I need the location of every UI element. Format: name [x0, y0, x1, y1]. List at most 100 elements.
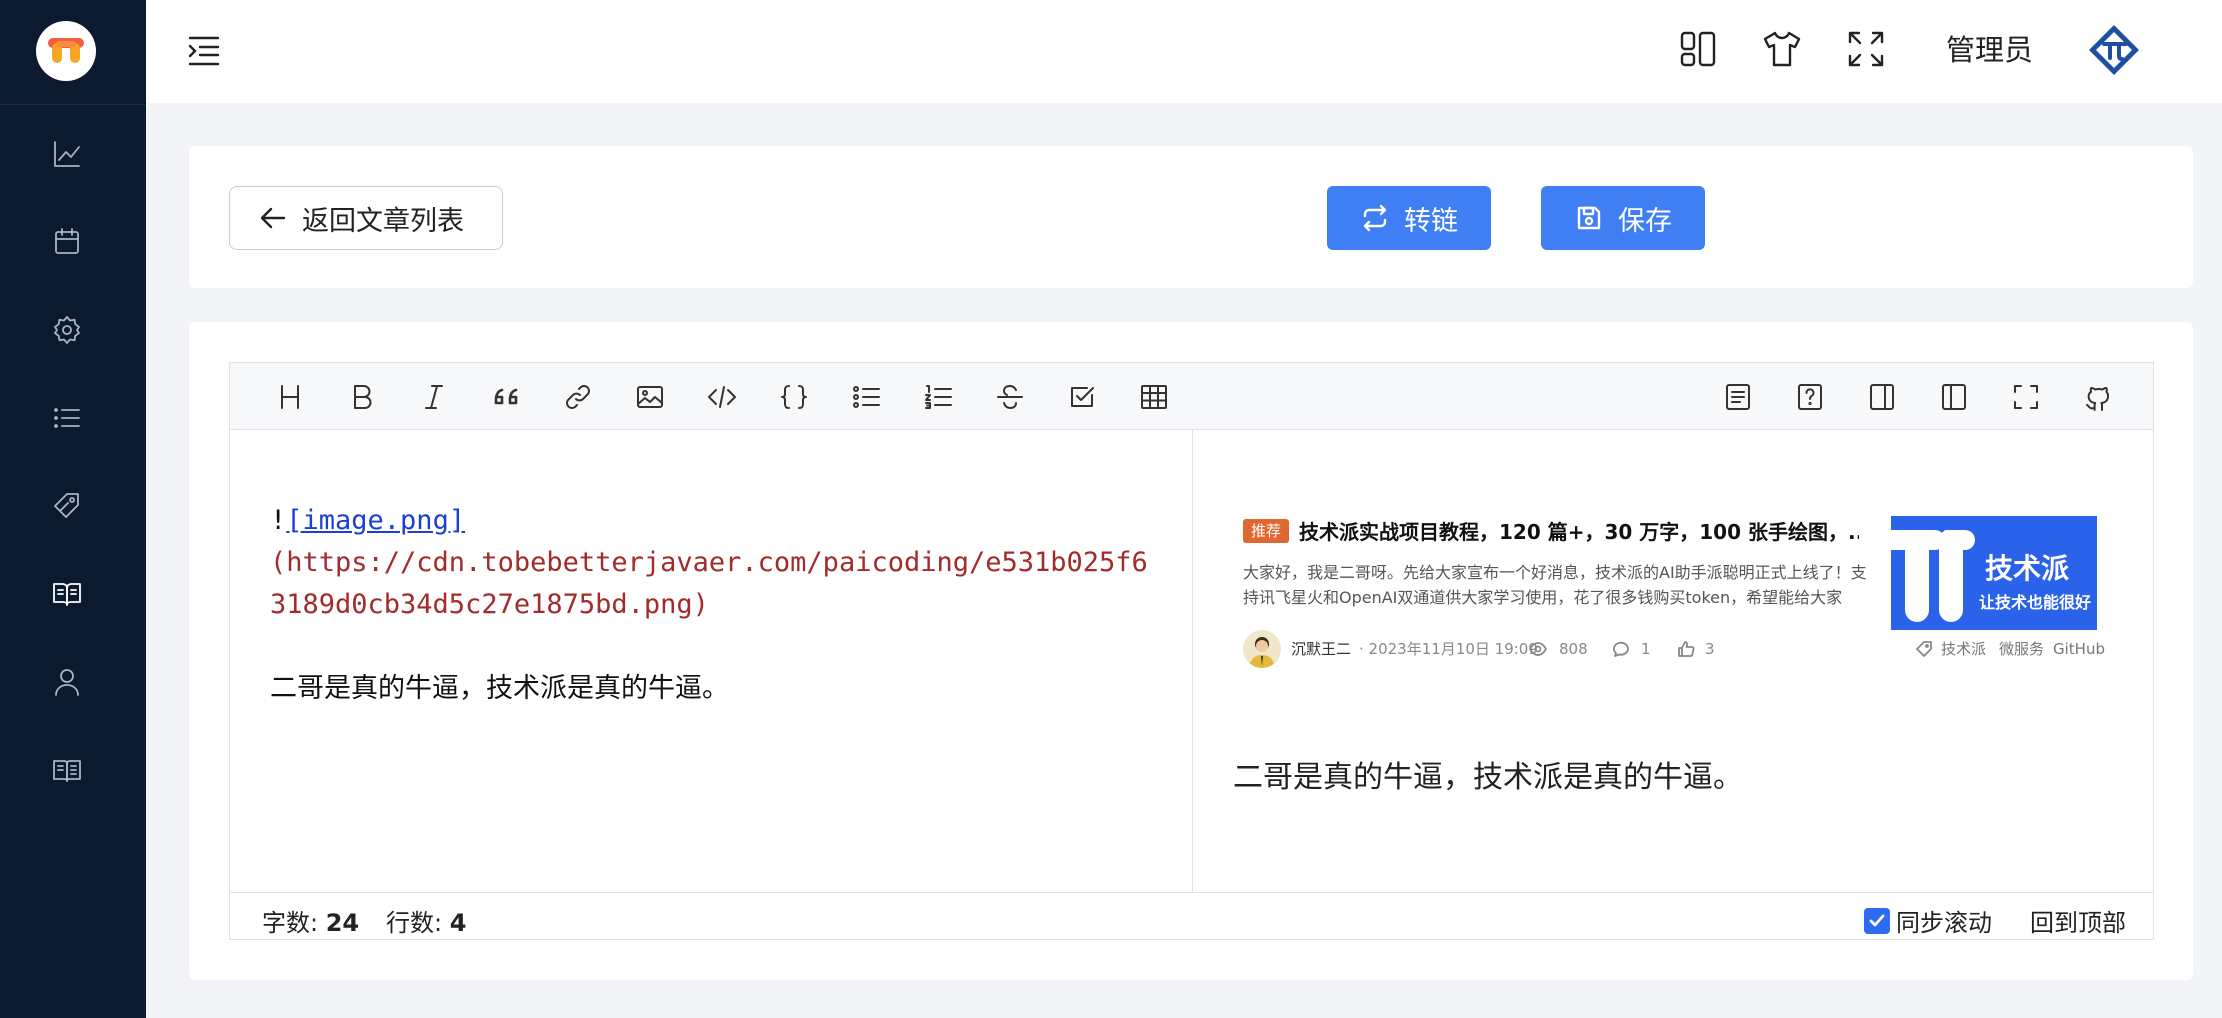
sidebar-item-list[interactable] — [47, 398, 87, 438]
markdown-source-pane[interactable]: ![image.png] (https://cdn.tobebetterjava… — [230, 430, 1193, 892]
recommend-badge: 推荐 — [1243, 519, 1290, 543]
editor-only-icon — [1942, 384, 1966, 410]
repeat-icon — [1363, 204, 1387, 232]
image-bang: ! — [270, 505, 287, 536]
markdown-preview-pane: 推荐 技术派实战项目教程，120 篇+，30 万字，100 张手绘图，... 大… — [1193, 430, 2153, 892]
toolbar-toc-button[interactable] — [1720, 379, 1756, 415]
sync-scroll-toggle[interactable]: 同步滚动 — [1864, 903, 1992, 938]
markdown-editor: ![image.png] (https://cdn.tobebetterjava… — [229, 362, 2154, 940]
app-logo[interactable] — [36, 21, 96, 81]
toolbar-preview-only-button[interactable] — [1864, 379, 1900, 415]
toolbar-strikethrough-button[interactable] — [992, 379, 1028, 415]
expand-icon — [1848, 31, 1884, 67]
sidebar-item-tags[interactable] — [47, 486, 87, 526]
back-to-top-button[interactable]: 回到顶部 — [2030, 903, 2126, 938]
sidebar-item-settings[interactable] — [47, 310, 87, 350]
help-icon — [1798, 384, 1822, 410]
heading-icon — [281, 385, 299, 409]
image-icon — [637, 386, 663, 408]
fullscreen-button[interactable] — [1844, 27, 1888, 71]
cover-subtitle: 让技术也能很好 — [1979, 593, 2091, 612]
sidebar-item-calendar[interactable] — [47, 222, 87, 262]
admin-name[interactable]: 管理员 — [1946, 30, 2033, 70]
toolbar-bold-button[interactable] — [344, 379, 380, 415]
article-tag[interactable]: 微服务 — [1999, 639, 2044, 659]
toolbar-editor-only-button[interactable] — [1936, 379, 1972, 415]
menu-toggle-button[interactable] — [186, 33, 222, 69]
author-avatar — [1243, 630, 1281, 668]
list-icon — [54, 408, 80, 428]
line-count: 行数: 4 — [386, 903, 466, 938]
code-block-icon — [781, 385, 807, 409]
author-name[interactable]: 沉默王二 — [1291, 639, 1351, 659]
preview-only-icon — [1870, 384, 1894, 410]
sidebar-item-users[interactable] — [47, 662, 87, 702]
word-count-value: 24 — [325, 909, 360, 937]
image-markdown-line: ![image.png] (https://cdn.tobebetterjava… — [270, 500, 1192, 626]
task-list-icon — [1071, 387, 1094, 407]
article-title[interactable]: 技术派实战项目教程，120 篇+，30 万字，100 张手绘图，... — [1299, 516, 1859, 545]
sidebar-item-columns[interactable] — [47, 750, 87, 790]
sync-scroll-label: 同步滚动 — [1896, 909, 1992, 937]
github-icon — [2086, 386, 2109, 411]
tag-small-icon — [1915, 640, 1933, 658]
line-count-value: 4 — [449, 909, 467, 937]
layout-icon — [1680, 31, 1716, 67]
quote-icon — [494, 388, 518, 405]
toolbar-image-button[interactable] — [632, 379, 668, 415]
tshirt-icon — [1763, 31, 1801, 67]
toolbar-github-button[interactable] — [2080, 379, 2116, 415]
settings-icon — [54, 316, 80, 344]
avatar[interactable] — [2086, 22, 2142, 78]
book-open-icon — [53, 583, 81, 606]
toolbar-heading-button[interactable] — [272, 379, 308, 415]
word-count-label: 字数: — [262, 909, 326, 937]
toolbar-ordered-list-button[interactable] — [920, 379, 956, 415]
save-icon — [1577, 206, 1601, 230]
link-icon — [566, 385, 590, 409]
toolbar-code-block-button[interactable] — [776, 379, 812, 415]
sync-scroll-checkbox[interactable] — [1864, 907, 1890, 934]
word-count: 字数: 24 — [262, 903, 359, 938]
toolbar-quote-button[interactable] — [488, 379, 524, 415]
sidebar-divider — [0, 104, 146, 105]
book-icon — [53, 760, 81, 782]
editor-statusbar: 字数: 24 行数: 4 同步滚动 回到顶部 — [230, 892, 2153, 939]
toolbar-link-button[interactable] — [560, 379, 596, 415]
source-text-line: 二哥是真的牛逼，技术派是真的牛逼。 — [270, 673, 729, 704]
code-icon — [708, 386, 736, 408]
bold-icon — [354, 385, 372, 409]
unordered-list-icon — [853, 386, 880, 408]
calendar-icon — [55, 228, 79, 254]
transfer-link-button[interactable]: 转链 — [1327, 186, 1491, 250]
preview-body-text: 二哥是真的牛逼，技术派是真的牛逼。 — [1233, 760, 1743, 795]
toc-icon — [1726, 384, 1750, 410]
toolbar-fullscreen-button[interactable] — [2008, 379, 2044, 415]
cover-title: 技术派 — [1985, 553, 2069, 584]
sidebar — [0, 0, 146, 1018]
toolbar-task-list-button[interactable] — [1064, 379, 1100, 415]
sidebar-item-dashboard[interactable] — [47, 134, 87, 174]
save-button[interactable]: 保存 — [1541, 186, 1705, 250]
article-tag[interactable]: 技术派 — [1941, 639, 1986, 659]
theme-button[interactable] — [1760, 27, 1804, 71]
like-count: 3 — [1705, 640, 1715, 658]
line-count-label: 行数: — [386, 909, 450, 937]
image-link-text[interactable]: [image.png] — [286, 505, 465, 536]
italic-icon — [425, 385, 443, 409]
toolbar-italic-button[interactable] — [416, 379, 452, 415]
layout-switch-button[interactable] — [1676, 27, 1720, 71]
toolbar-unordered-list-button[interactable] — [848, 379, 884, 415]
toolbar-table-button[interactable] — [1136, 379, 1172, 415]
editor-card: ![image.png] (https://cdn.tobebetterjava… — [189, 322, 2193, 980]
top-header: 管理员 — [146, 0, 2222, 103]
toolbar-code-button[interactable] — [704, 379, 740, 415]
table-icon — [1141, 385, 1167, 409]
sidebar-item-articles[interactable] — [47, 574, 87, 614]
article-tag[interactable]: GitHub — [2053, 639, 2105, 659]
back-to-list-button[interactable]: 返回文章列表 — [229, 186, 503, 250]
back-to-list-label: 返回文章列表 — [302, 205, 464, 237]
action-bar: 返回文章列表 转链 保存 — [189, 146, 2193, 288]
toolbar-help-button[interactable] — [1792, 379, 1828, 415]
strikethrough-icon — [997, 385, 1023, 409]
